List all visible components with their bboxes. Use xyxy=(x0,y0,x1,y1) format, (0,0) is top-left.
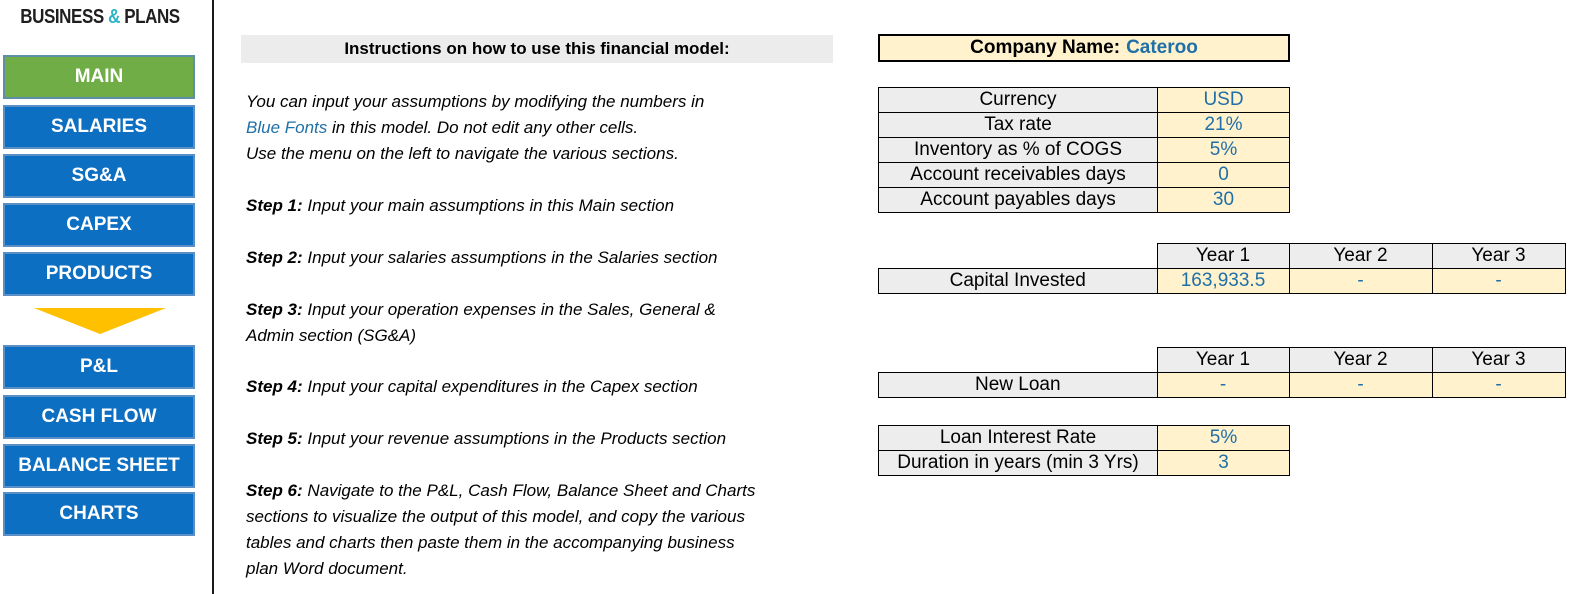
step-text: Input your main assumptions in this Main… xyxy=(302,196,675,215)
intro-line-1: You can input your assumptions by modify… xyxy=(246,92,705,111)
capital-invested-table: Year 1 Year 2 Year 3 Capital Invested 16… xyxy=(878,243,1566,294)
step-6: Step 6: Navigate to the P&L, Cash Flow, … xyxy=(246,478,755,582)
year-header: Year 1 xyxy=(1156,243,1290,269)
loan-year3-input[interactable]: - xyxy=(1431,372,1566,398)
step-label: Step 3: xyxy=(246,300,303,319)
step-text: Input your revenue assumptions in the Pr… xyxy=(302,429,727,448)
inventory-input[interactable]: 5% xyxy=(1157,137,1290,163)
new-loan-table: Year 1 Year 2 Year 3 New Loan - - - xyxy=(878,347,1566,398)
blank-cell xyxy=(879,244,1158,269)
step-5: Step 5: Input your revenue assumptions i… xyxy=(246,426,726,452)
step-label: Step 6: xyxy=(246,481,303,500)
table-row: New Loan - - - xyxy=(878,372,1566,398)
step-label: Step 4: xyxy=(246,377,303,396)
loan-interest-rate-label: Loan Interest Rate xyxy=(878,425,1158,451)
step-label: Step 1: xyxy=(246,196,303,215)
currency-label: Currency xyxy=(878,87,1158,113)
arrow-down-icon xyxy=(34,308,166,334)
year-header: Year 2 xyxy=(1288,347,1433,373)
step-text: Input your operation expenses in the Sal… xyxy=(302,300,716,319)
intro-line-2-rest: in this model. Do not edit any other cel… xyxy=(327,118,639,137)
step-text-cont: Admin section (SG&A) xyxy=(246,326,417,345)
company-name-field[interactable]: Company Name: Cateroo xyxy=(878,34,1290,62)
step-label: Step 2: xyxy=(246,248,303,267)
table-row: Account payables days 30 xyxy=(878,187,1290,213)
loan-year2-input[interactable]: - xyxy=(1288,372,1433,398)
nav-sga-button[interactable]: SG&A xyxy=(3,154,195,198)
receivables-days-label: Account receivables days xyxy=(878,162,1158,188)
nav-charts-button[interactable]: CHARTS xyxy=(3,492,195,536)
nav-pl-button[interactable]: P&L xyxy=(3,345,195,389)
sidebar-divider xyxy=(212,0,214,594)
table-row: Inventory as % of COGS 5% xyxy=(878,137,1290,163)
company-name-label: Company Name: xyxy=(970,37,1121,58)
table-row: Tax rate 21% xyxy=(878,112,1290,138)
intro-line-3: Use the menu on the left to navigate the… xyxy=(246,144,679,163)
step-text: Navigate to the P&L, Cash Flow, Balance … xyxy=(302,481,756,500)
payables-days-input[interactable]: 30 xyxy=(1157,187,1290,213)
capital-year2-input[interactable]: - xyxy=(1288,268,1433,294)
step-label: Step 5: xyxy=(246,429,303,448)
step-text: Input your salaries assumptions in the S… xyxy=(302,248,718,267)
assumptions-table: Currency USD Tax rate 21% Inventory as % o… xyxy=(878,87,1290,213)
blue-fonts-text: Blue Fonts xyxy=(246,118,328,137)
inventory-label: Inventory as % of COGS xyxy=(878,137,1158,163)
logo-text-2: PLANS xyxy=(119,6,180,28)
year-header: Year 3 xyxy=(1431,243,1566,269)
loan-terms-table: Loan Interest Rate 5% Duration in years (… xyxy=(878,425,1290,476)
loan-interest-rate-input[interactable]: 5% xyxy=(1157,425,1290,451)
capital-year1-input[interactable]: 163,933.5 xyxy=(1156,268,1290,294)
table-header-row: Year 1 Year 2 Year 3 xyxy=(879,347,1566,373)
tax-rate-label: Tax rate xyxy=(878,112,1158,138)
year-header: Year 2 xyxy=(1288,243,1433,269)
nav-balance-sheet-button[interactable]: BALANCE SHEET xyxy=(3,444,195,488)
nav-cash-flow-button[interactable]: CASH FLOW xyxy=(3,395,195,439)
step-text-cont: sections to visualize the output of this… xyxy=(246,507,745,526)
logo-ampersand: & xyxy=(108,6,120,28)
instructions-intro: You can input your assumptions by modify… xyxy=(246,89,704,167)
logo: BUSINESS & PLANS xyxy=(15,6,185,29)
step-2: Step 2: Input your salaries assumptions … xyxy=(246,245,718,271)
blank-cell xyxy=(879,348,1158,373)
table-header-row: Year 1 Year 2 Year 3 xyxy=(879,243,1566,269)
year-header: Year 3 xyxy=(1431,347,1566,373)
nav-capex-button[interactable]: CAPEX xyxy=(3,203,195,247)
year-header: Year 1 xyxy=(1156,347,1290,373)
company-name-value[interactable]: Cateroo xyxy=(1126,37,1198,59)
capital-invested-label: Capital Invested xyxy=(878,268,1158,294)
new-loan-label: New Loan xyxy=(878,372,1158,398)
receivables-days-input[interactable]: 0 xyxy=(1157,162,1290,188)
step-text: Input your capital expenditures in the C… xyxy=(302,377,698,396)
loan-duration-input[interactable]: 3 xyxy=(1157,450,1290,476)
tax-rate-input[interactable]: 21% xyxy=(1157,112,1290,138)
step-text-cont: tables and charts then paste them in the… xyxy=(246,533,735,552)
currency-input[interactable]: USD xyxy=(1157,87,1290,113)
table-row: Capital Invested 163,933.5 - - xyxy=(878,268,1566,294)
table-row: Duration in years (min 3 Yrs) 3 xyxy=(878,450,1290,476)
table-row: Currency USD xyxy=(878,87,1290,113)
logo-text-1: BUSINESS xyxy=(20,6,109,28)
loan-duration-label: Duration in years (min 3 Yrs) xyxy=(878,450,1158,476)
table-row: Loan Interest Rate 5% xyxy=(878,425,1290,451)
capital-year3-input[interactable]: - xyxy=(1431,268,1566,294)
step-1: Step 1: Input your main assumptions in t… xyxy=(246,193,674,219)
loan-year1-input[interactable]: - xyxy=(1156,372,1290,398)
nav-main-button[interactable]: MAIN xyxy=(3,55,195,99)
nav-salaries-button[interactable]: SALARIES xyxy=(3,105,195,149)
payables-days-label: Account payables days xyxy=(878,187,1158,213)
step-3: Step 3: Input your operation expenses in… xyxy=(246,297,716,349)
table-row: Account receivables days 0 xyxy=(878,162,1290,188)
step-text-cont: plan Word document. xyxy=(246,559,408,578)
instructions-header: Instructions on how to use this financia… xyxy=(241,35,833,63)
intro-line-2: Blue Fonts in this model. Do not edit an… xyxy=(246,115,704,141)
step-4: Step 4: Input your capital expenditures … xyxy=(246,374,698,400)
nav-products-button[interactable]: PRODUCTS xyxy=(3,252,195,296)
